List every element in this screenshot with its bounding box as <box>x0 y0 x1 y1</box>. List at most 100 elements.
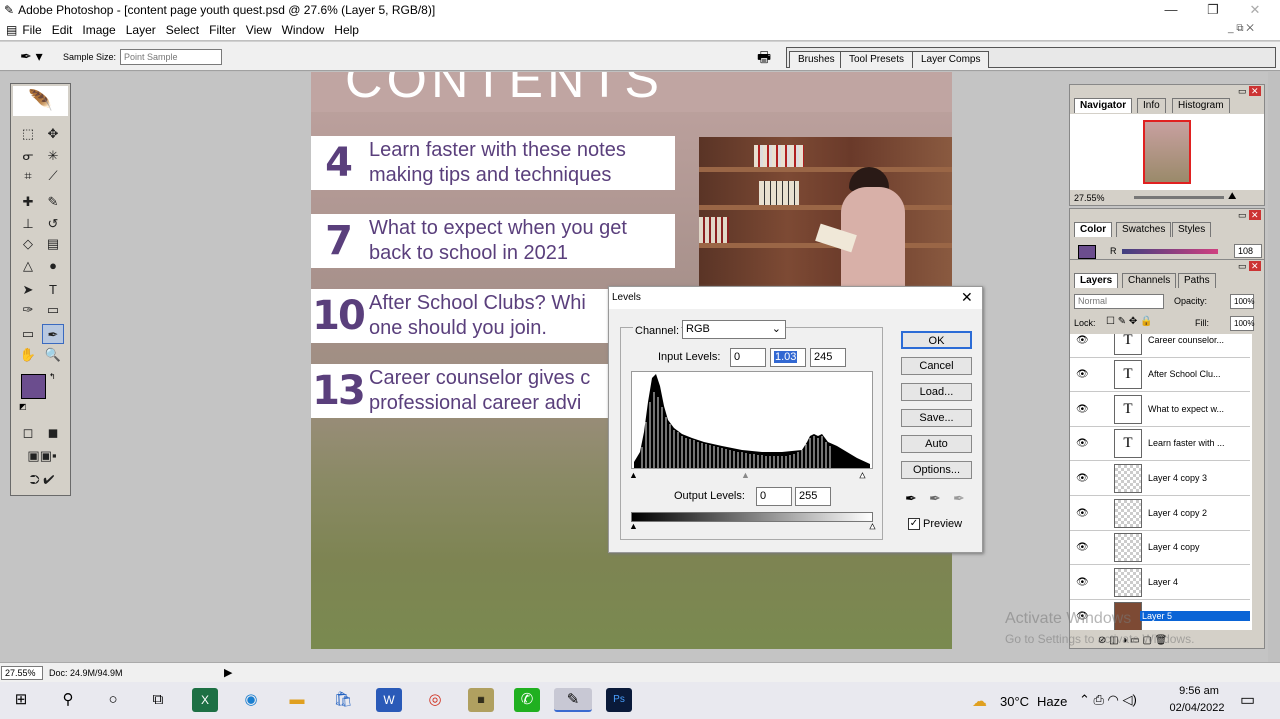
panel-controls-icon[interactable]: ▭ ✕ <box>1238 210 1261 221</box>
restore-button[interactable]: ❐ <box>1190 0 1236 20</box>
store-icon[interactable]: 🛍 <box>330 688 356 712</box>
magic-wand-icon[interactable]: ✳ <box>42 146 64 166</box>
opacity-field[interactable]: 100% <box>1230 294 1254 309</box>
red-value-field[interactable]: 108 <box>1234 244 1262 258</box>
lock-icons[interactable]: ☐ ✎ ✥ 🔒 <box>1106 316 1153 327</box>
notes-tool-icon[interactable]: ▭ <box>17 324 39 344</box>
color-swatch[interactable] <box>1078 245 1096 259</box>
weather-desc[interactable]: Haze <box>1037 694 1067 709</box>
input-black-field[interactable]: 0 <box>730 348 766 367</box>
eye-icon[interactable]: 👁 <box>1076 577 1089 588</box>
zoom-tool-icon[interactable]: 🔍 <box>42 345 64 365</box>
auto-button[interactable]: Auto <box>901 435 972 453</box>
marquee-tool-icon[interactable]: ⬚ <box>17 124 39 144</box>
sample-size-select[interactable]: Point Sample <box>120 49 222 65</box>
menu-view[interactable]: View <box>241 23 277 37</box>
path-selection-icon[interactable]: ➤ <box>17 280 39 300</box>
white-eyedropper-icon[interactable]: ✒ <box>953 490 965 507</box>
notification-icon[interactable]: ▭ <box>1240 690 1255 710</box>
eraser-tool-icon[interactable]: ◇ <box>17 234 39 254</box>
search-icon[interactable]: ⚲ <box>55 688 81 712</box>
menu-select[interactable]: Select <box>161 23 204 37</box>
healing-brush-icon[interactable]: ✚ <box>17 192 39 212</box>
crop-tool-icon[interactable]: ⌗ <box>17 166 39 186</box>
layer-row[interactable]: 👁 Layer 4 copy 3 <box>1070 462 1250 496</box>
tab-color[interactable]: Color <box>1074 222 1113 237</box>
white-point-slider[interactable]: ▲ <box>858 470 868 481</box>
layer-row[interactable]: 👁 T What to expect w... <box>1070 393 1250 427</box>
preview-checkbox[interactable]: ✓ <box>908 518 920 530</box>
clone-stamp-icon[interactable]: ⊥ <box>17 214 39 234</box>
tab-swatches[interactable]: Swatches <box>1116 222 1172 237</box>
black-point-slider[interactable]: ▲ <box>629 470 638 480</box>
dodge-tool-icon[interactable]: ● <box>42 256 64 276</box>
zoom-in-icon[interactable]: ⛰ <box>1228 191 1236 202</box>
blur-tool-icon[interactable]: △ <box>17 256 39 276</box>
minimize-button[interactable]: — <box>1148 0 1194 20</box>
edge-icon[interactable]: ◉ <box>238 688 264 712</box>
type-tool-icon[interactable]: T <box>42 280 64 300</box>
default-colors-icon[interactable]: ◩ <box>19 402 27 411</box>
tab-styles[interactable]: Styles <box>1172 222 1212 237</box>
tab-paths[interactable]: Paths <box>1178 273 1216 288</box>
tab-layer-comps[interactable]: Layer Comps <box>912 51 990 68</box>
eye-icon[interactable]: 👁 <box>1076 369 1089 380</box>
doc-minimize-button[interactable]: _ ⧉ ✕ <box>1228 23 1254 34</box>
tab-brushes[interactable]: Brushes <box>789 51 844 68</box>
eyedropper-icon[interactable]: ✒ ▾ <box>20 48 43 65</box>
panel-controls-icon[interactable]: ▭ ✕ <box>1238 261 1261 272</box>
eye-icon[interactable]: 👁 <box>1076 335 1089 346</box>
output-white-slider[interactable]: ▲ <box>868 521 878 532</box>
menu-edit[interactable]: Edit <box>47 23 78 37</box>
eyedropper-tool-icon[interactable]: ✒ <box>42 324 64 344</box>
channel-select[interactable]: RGB ⌄ <box>682 320 786 339</box>
clock-date[interactable]: 02/04/2022 <box>1168 702 1226 714</box>
menu-window[interactable]: Window <box>277 23 330 37</box>
layer-row[interactable]: 👁 Layer 4 copy <box>1070 531 1250 565</box>
output-black-slider[interactable]: ▲ <box>629 521 638 531</box>
file-explorer-icon[interactable]: ▬ <box>284 688 310 712</box>
menu-help[interactable]: Help <box>329 23 364 37</box>
app-icon[interactable]: ▦ <box>468 688 494 712</box>
printer-icon[interactable]: 🖶 <box>757 47 771 72</box>
navigator-zoom-slider[interactable] <box>1134 196 1224 199</box>
menu-image[interactable]: Image <box>77 23 120 37</box>
layer-row[interactable]: 👁 T Career counselor... <box>1070 334 1250 358</box>
input-gamma-field[interactable]: 1.03 <box>770 348 806 367</box>
tab-channels[interactable]: Channels <box>1122 273 1177 288</box>
black-eyedropper-icon[interactable]: ✒ <box>905 490 917 507</box>
tab-tool-presets[interactable]: Tool Presets <box>840 51 914 68</box>
pen-tool-icon[interactable]: ✑ <box>17 300 39 320</box>
input-white-field[interactable]: 245 <box>810 348 846 367</box>
tab-layers[interactable]: Layers <box>1074 273 1119 288</box>
gamma-slider[interactable]: ▲ <box>741 470 750 480</box>
rectangle-tool-icon[interactable]: ▭ <box>42 300 64 320</box>
fill-field[interactable]: 100% <box>1230 316 1254 331</box>
navigator-preview[interactable] <box>1143 120 1191 184</box>
clock-time[interactable]: 9:56 am <box>1172 685 1226 697</box>
foreground-color-swatch[interactable] <box>21 374 46 399</box>
move-tool-icon[interactable]: ✥ <box>42 124 64 144</box>
tab-info[interactable]: Info <box>1137 98 1166 113</box>
tab-navigator[interactable]: Navigator <box>1074 98 1133 113</box>
weather-temp[interactable]: 30°C <box>1000 694 1029 709</box>
standard-mode-icon[interactable]: ◻ <box>17 423 39 443</box>
cortana-icon[interactable]: ○ <box>100 688 126 712</box>
lasso-tool-icon[interactable]: ᓂ <box>17 146 39 166</box>
excel-icon[interactable]: X <box>192 688 218 712</box>
menu-layer[interactable]: Layer <box>121 23 161 37</box>
jump-to-imageready-icon[interactable]: ⮊ ✔ <box>19 470 65 490</box>
output-white-field[interactable]: 255 <box>795 487 831 506</box>
eye-icon[interactable]: 👁 <box>1076 542 1089 553</box>
menu-file[interactable]: File <box>17 23 46 37</box>
chrome-icon[interactable]: ◎ <box>422 688 448 712</box>
blend-mode-select[interactable]: Normal <box>1074 294 1164 309</box>
load-button[interactable]: Load... <box>901 383 972 401</box>
layer-row[interactable]: 👁 T Learn faster with ... <box>1070 427 1250 461</box>
close-button[interactable]: ✕ <box>1232 0 1278 20</box>
eye-icon[interactable]: 👁 <box>1076 404 1089 415</box>
eye-icon[interactable]: 👁 <box>1076 438 1089 449</box>
panel-controls-icon[interactable]: ▭ ✕ <box>1238 86 1261 97</box>
cancel-button[interactable]: Cancel <box>901 357 972 375</box>
navigator-zoom[interactable]: 27.55% <box>1074 193 1105 203</box>
